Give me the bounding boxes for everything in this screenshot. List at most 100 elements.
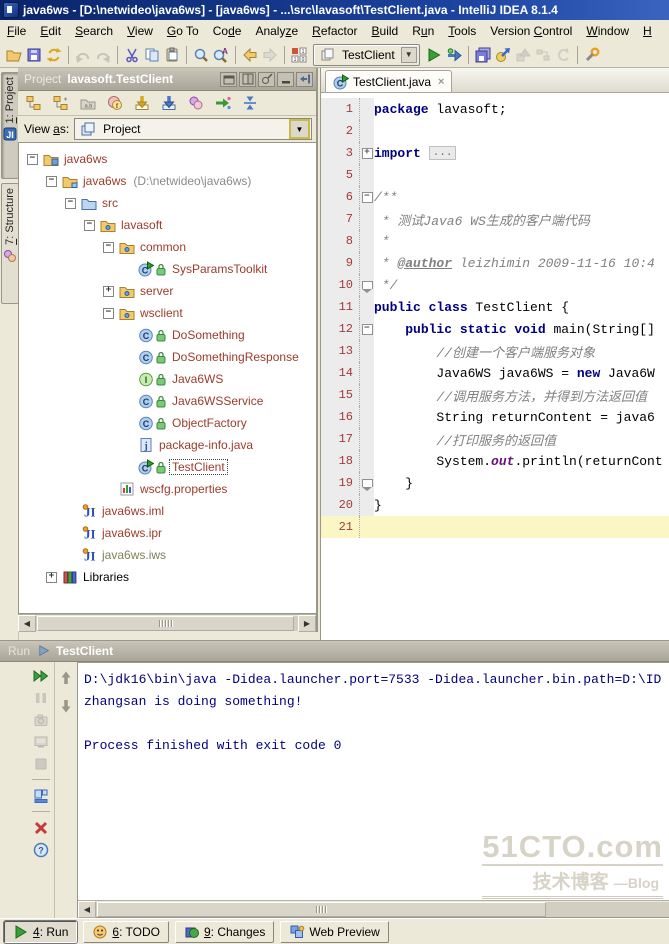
tree-item-libraries[interactable]: + Libraries: [19, 566, 316, 588]
tree-item-src[interactable]: − src: [19, 192, 316, 214]
console-settings-icon[interactable]: [31, 732, 51, 751]
tree-item-dosomething[interactable]: C DoSomething: [19, 324, 316, 346]
stripe-tab--structure[interactable]: 7: Structure: [1, 183, 19, 304]
debug-icon[interactable]: [444, 45, 464, 65]
shapes-icon[interactable]: [513, 45, 533, 65]
menu-item-tools[interactable]: Tools: [441, 22, 483, 40]
fold-end-icon[interactable]: [361, 281, 373, 293]
menu-item-h[interactable]: H: [636, 22, 659, 40]
collapse-handle[interactable]: −: [27, 153, 38, 165]
autoscroll-from-source-icon[interactable]: [159, 93, 179, 113]
expand-handle[interactable]: +: [46, 571, 57, 583]
show-members-icon[interactable]: f: [105, 93, 125, 113]
hide-button[interactable]: [277, 71, 294, 87]
code-line-12[interactable]: 12− public static void main(String[]: [321, 318, 669, 340]
collapse-handle[interactable]: −: [46, 175, 57, 187]
collapse-handle[interactable]: −: [84, 219, 95, 231]
code-line-3[interactable]: 3 + import ...: [321, 142, 669, 164]
tree-item-java6ws-iws[interactable]: JI java6ws.iws: [19, 544, 316, 566]
tree-item-java6ws-iml[interactable]: JI java6ws.iml: [19, 500, 316, 522]
help-icon[interactable]: ?: [31, 840, 51, 859]
settings-icon[interactable]: [582, 45, 602, 65]
collapse-panel-button[interactable]: [296, 71, 313, 87]
back-icon[interactable]: [240, 45, 260, 65]
console-scroll-thumb[interactable]: [97, 901, 546, 917]
expand-handle[interactable]: +: [103, 285, 114, 297]
code-line-9[interactable]: 9 * @author leizhimin 2009-11-16 10:4: [321, 252, 669, 274]
code-line-2[interactable]: 2: [321, 120, 669, 142]
find-in-path-icon[interactable]: A: [211, 45, 231, 65]
scroll-right-button[interactable]: ▶: [298, 615, 316, 632]
code-line-13[interactable]: 13 //创建一个客户端服务对象: [321, 340, 669, 362]
export-icon[interactable]: [493, 45, 513, 65]
code-line-17[interactable]: 17 //打印服务的返回值: [321, 428, 669, 450]
collapse-handle[interactable]: −: [103, 307, 114, 319]
code-line-14[interactable]: 14 Java6WS java6WS = new Java6W: [321, 362, 669, 384]
copy-icon[interactable]: [142, 45, 162, 65]
tree-item-sysparamstoolkit[interactable]: C SysParamsToolkit: [19, 258, 316, 280]
fold-end-icon[interactable]: [361, 479, 373, 491]
sync-icon[interactable]: [44, 45, 64, 65]
code-editor[interactable]: 1 package lavasoft; 2 3 + import ... 5 6−/** 7 *…: [321, 93, 669, 640]
code-line-16[interactable]: 16 String returnContent = java6: [321, 406, 669, 428]
collapse-all-icon[interactable]: [240, 93, 260, 113]
menu-item-view[interactable]: View: [120, 22, 160, 40]
save-all-icon[interactable]: [473, 45, 493, 65]
menu-item-go-to[interactable]: Go To: [160, 22, 206, 40]
console-scroll-left-button[interactable]: ◀: [78, 900, 96, 918]
close-tab-icon[interactable]: ×: [438, 76, 444, 88]
status-tab--run[interactable]: 4: Run: [2, 919, 79, 944]
redo-icon[interactable]: [93, 45, 113, 65]
project-horizontal-scrollbar[interactable]: ◀ ▶: [18, 614, 316, 632]
tree-item-lavasoft[interactable]: − lavasoft: [19, 214, 316, 236]
view-as-combo[interactable]: Project ▼: [74, 118, 312, 140]
pin-button[interactable]: [258, 71, 275, 87]
menu-item-build[interactable]: Build: [365, 22, 406, 40]
collapse-handle[interactable]: −: [103, 241, 114, 253]
tree-item-java6ws-ipr[interactable]: JI java6ws.ipr: [19, 522, 316, 544]
dependencies-icon[interactable]: [533, 45, 553, 65]
run-config-grid-icon[interactable]: 110: [289, 45, 309, 65]
tree-item-package-info-java[interactable]: j package-info.java: [19, 434, 316, 456]
tree-item-java6ws[interactable]: − java6ws: [19, 148, 316, 170]
status-tab-web-preview[interactable]: Web Preview: [280, 920, 389, 943]
code-line-19[interactable]: 19 }: [321, 472, 669, 494]
run-tab-testclient[interactable]: TestClient: [38, 644, 113, 658]
dump-threads-icon[interactable]: [31, 710, 51, 729]
up-icon[interactable]: [56, 668, 76, 688]
restore-layout-icon[interactable]: [31, 786, 51, 805]
menu-item-refactor[interactable]: Refactor: [305, 22, 364, 40]
run-console[interactable]: D:\jdk16\bin\java -Didea.launcher.port=7…: [78, 663, 669, 900]
tree-item-testclient[interactable]: C TestClient: [19, 456, 316, 478]
view-as-dropdown-arrow[interactable]: ▼: [289, 119, 310, 139]
combo-dropdown-arrow[interactable]: ▼: [400, 46, 417, 63]
close-icon[interactable]: [31, 818, 51, 837]
tree-item-server[interactable]: + server: [19, 280, 316, 302]
stop-icon[interactable]: [31, 754, 51, 773]
console-horizontal-scrollbar[interactable]: ◀: [78, 900, 669, 918]
menu-item-edit[interactable]: Edit: [33, 22, 68, 40]
dock-button[interactable]: [239, 71, 256, 87]
tree-item-java6ws[interactable]: − java6ws (D:\netwideo\java6ws): [19, 170, 316, 192]
run-icon[interactable]: [424, 45, 444, 65]
fold-collapse-icon[interactable]: −: [361, 323, 373, 335]
code-line-20[interactable]: 20}: [321, 494, 669, 516]
rollback-icon[interactable]: [553, 45, 573, 65]
abbreviate-packages-icon[interactable]: a.b: [78, 93, 98, 113]
show-modules-icon[interactable]: [51, 93, 71, 113]
editor-tab-testclient[interactable]: C TestClient.java ×: [325, 70, 453, 92]
stripe-tab--project[interactable]: 1: Project JI: [1, 72, 19, 179]
scroll-left-button[interactable]: ◀: [18, 615, 36, 632]
menu-item-version-control[interactable]: Version Control: [483, 22, 579, 40]
cut-icon[interactable]: [122, 45, 142, 65]
menu-item-file[interactable]: File: [0, 22, 33, 40]
undo-icon[interactable]: [73, 45, 93, 65]
code-line-7[interactable]: 7 * 测试Java6 WS生成的客户端代码: [321, 208, 669, 230]
save-icon[interactable]: [24, 45, 44, 65]
code-line-21[interactable]: 21: [321, 516, 669, 538]
forward-icon[interactable]: [260, 45, 280, 65]
menu-item-search[interactable]: Search: [68, 22, 120, 40]
status-tab--todo[interactable]: 6: TODO: [83, 920, 169, 943]
pause-icon[interactable]: [31, 688, 51, 707]
code-line-10[interactable]: 10 */: [321, 274, 669, 296]
